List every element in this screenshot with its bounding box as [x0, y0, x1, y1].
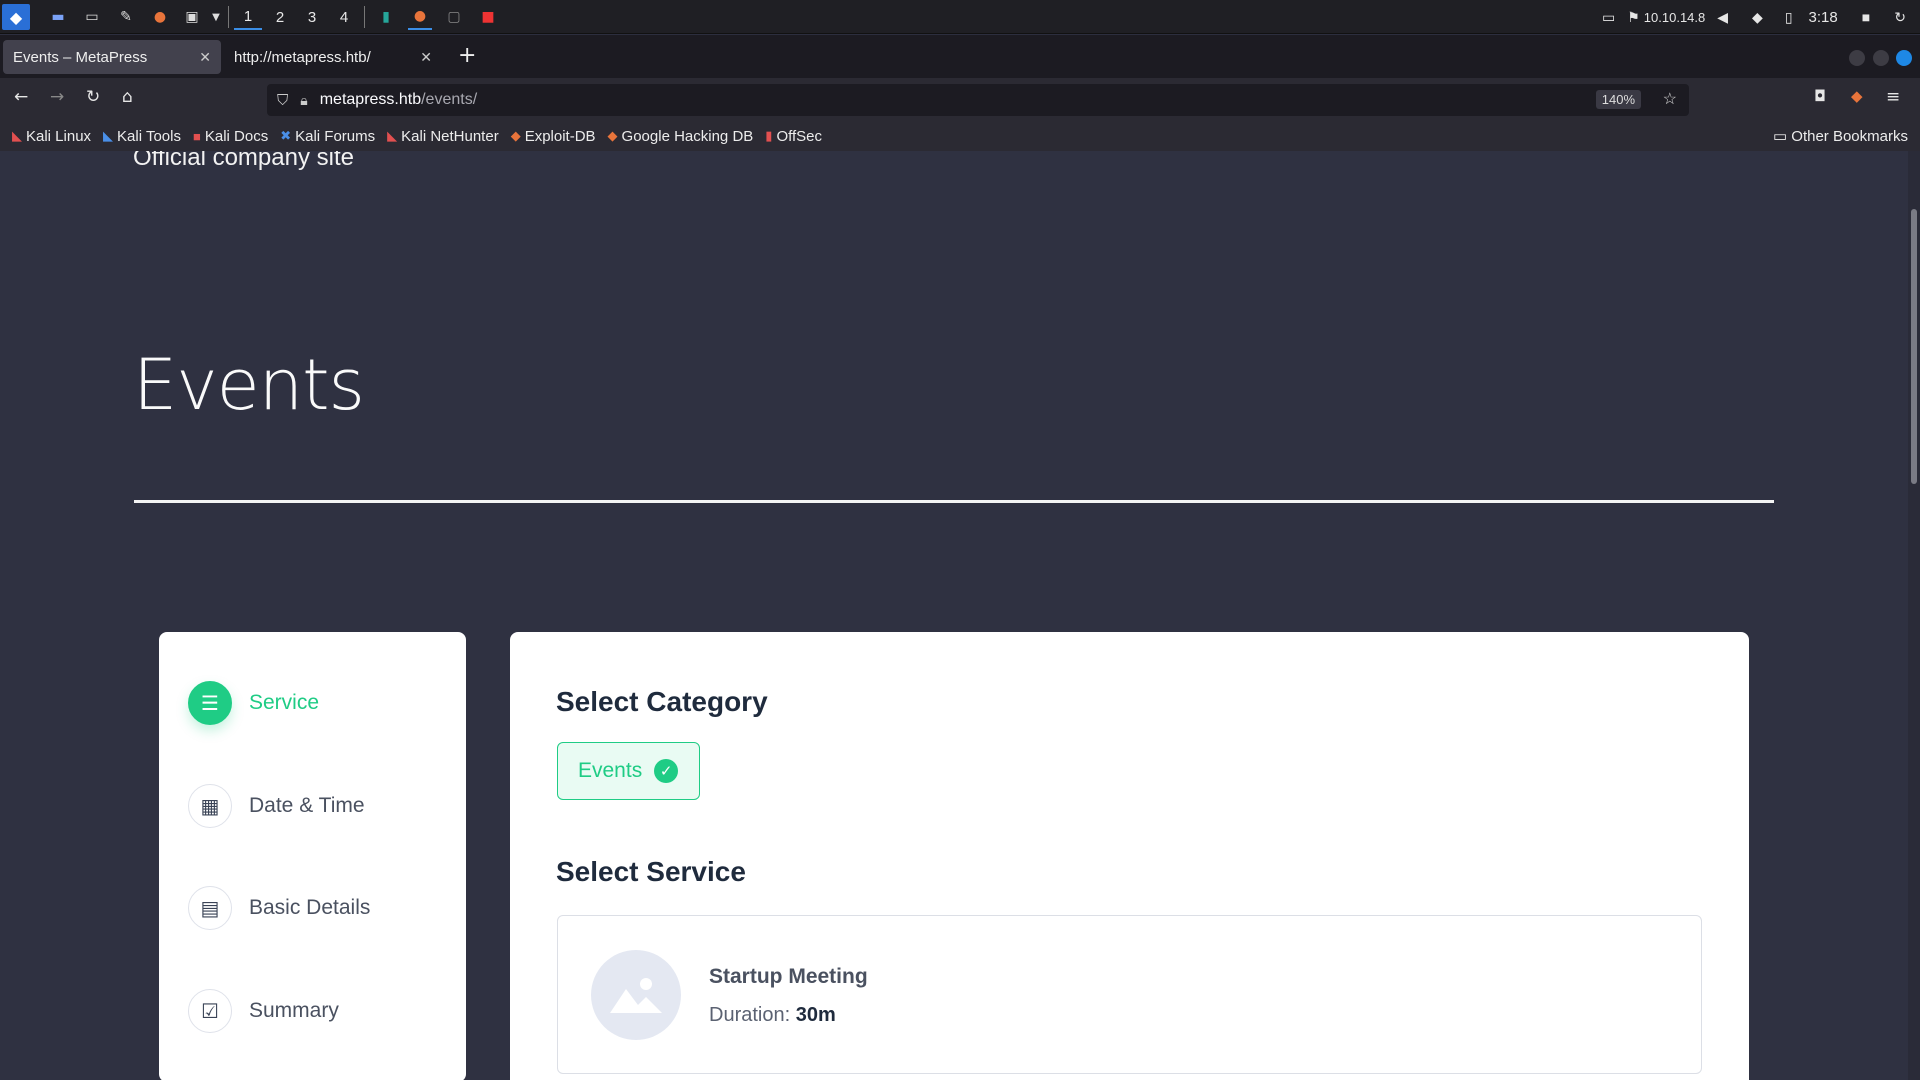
- terminal-launcher-icon[interactable]: ▣: [180, 4, 204, 30]
- service-name: Startup Meeting: [709, 965, 868, 988]
- kali-icon: ◣: [103, 128, 114, 143]
- kali-icon: ◣: [12, 128, 22, 143]
- lock-icon[interactable]: ■: [1862, 9, 1870, 25]
- tab-title: Events – MetaPress: [13, 48, 148, 66]
- exploit-db-icon: ◆: [510, 128, 521, 143]
- navigation-toolbar: ← → ↻ ⌂ ⛉ 🔒︎ metapress.htb/events/ 140% …: [0, 78, 1920, 121]
- forward-icon[interactable]: →: [50, 87, 64, 107]
- volume-icon[interactable]: ◀: [1717, 9, 1728, 26]
- firefox-window-icon[interactable]: ●: [408, 4, 432, 30]
- system-taskbar: ◆ ▬ ▭ ✎ ● ▣ ▼ 1 2 3 4 ▮ ● ▢ ■ ▭ ⚑ 10.10.…: [0, 0, 1920, 34]
- firefox-launcher-icon[interactable]: ●: [148, 4, 172, 30]
- page-viewport: Official company site Events ☰ Service ▦…: [0, 151, 1908, 1080]
- bookmark-kali-docs[interactable]: ■ Kali Docs: [193, 128, 268, 145]
- pocket-icon[interactable]: ◘: [1814, 87, 1826, 105]
- image-placeholder-icon: [591, 950, 681, 1040]
- bookmark-offsec[interactable]: ▮ OffSec: [765, 128, 822, 145]
- new-tab-button[interactable]: +: [458, 43, 476, 68]
- service-duration: Duration: 30m: [709, 1004, 836, 1026]
- offsec-icon: ▮: [765, 128, 773, 143]
- folder-icon: ▭: [1772, 128, 1792, 145]
- close-window-button[interactable]: [1896, 50, 1912, 66]
- document-icon: ▤: [188, 886, 232, 930]
- bookmark-kali-forums[interactable]: ✖ Kali Forums: [280, 128, 375, 145]
- bookmark-google-hacking-db[interactable]: ◆ Google Hacking DB: [608, 128, 754, 145]
- shield-icon[interactable]: ⛉: [277, 92, 288, 109]
- check-circle-icon: ✓: [654, 759, 679, 783]
- home-icon[interactable]: ⌂: [122, 87, 133, 107]
- docs-icon: ■: [192, 128, 201, 144]
- scrollbar-thumb[interactable]: [1911, 209, 1917, 484]
- bookmark-star-icon[interactable]: ☆: [1663, 89, 1677, 109]
- page-title: Events: [133, 344, 365, 426]
- zoom-indicator[interactable]: 140%: [1595, 90, 1641, 109]
- step-summary[interactable]: ☑ Summary: [188, 989, 339, 1033]
- site-tagline: Official company site: [133, 151, 354, 171]
- lock-icon[interactable]: 🔒︎: [300, 92, 307, 109]
- vpn-ip: 10.10.14.8: [1643, 9, 1706, 25]
- checklist-icon: ☑: [188, 989, 232, 1033]
- kali-menu-icon[interactable]: ◆: [2, 4, 30, 30]
- clock: 3:18: [1808, 8, 1838, 26]
- reload-icon[interactable]: ↻: [86, 87, 100, 107]
- display-icon[interactable]: ▭: [1602, 9, 1615, 26]
- category-option-events[interactable]: Events ✓: [557, 742, 700, 800]
- url-path: /events/: [421, 91, 478, 108]
- workspace-3[interactable]: 3: [298, 4, 326, 30]
- nethunter-icon: ◣: [387, 128, 398, 143]
- step-label: Basic Details: [249, 896, 371, 919]
- tab-metapress-home[interactable]: http://metapress.htb/ ✕: [224, 40, 442, 74]
- url-host: metapress.htb: [319, 91, 422, 108]
- burp-window-icon[interactable]: ■: [476, 4, 500, 30]
- workspace-4[interactable]: 4: [330, 4, 358, 30]
- notification-icon[interactable]: ◆: [1752, 9, 1763, 26]
- page-scrollbar[interactable]: [1908, 151, 1920, 1080]
- step-service[interactable]: ☰ Service: [188, 681, 319, 725]
- maximize-button[interactable]: [1873, 50, 1889, 66]
- calendar-icon: ▦: [188, 784, 232, 828]
- terminal-dropdown-icon[interactable]: ▼: [204, 4, 228, 30]
- bookmark-exploit-db[interactable]: ◆ Exploit-DB: [511, 128, 596, 145]
- close-icon[interactable]: ✕: [199, 49, 211, 66]
- vpn-icon[interactable]: ⚑: [1627, 9, 1640, 26]
- tab-title: http://metapress.htb/: [234, 48, 371, 66]
- battery-icon[interactable]: ▯: [1785, 9, 1793, 26]
- extension-icon[interactable]: ◆: [1851, 87, 1863, 105]
- close-icon[interactable]: ✕: [420, 49, 432, 66]
- workspace-1[interactable]: 1: [234, 4, 262, 30]
- tab-strip: Events – MetaPress ✕ http://metapress.ht…: [0, 35, 1920, 78]
- ghdb-icon: ◆: [607, 128, 618, 143]
- category-heading: Select Category: [556, 686, 768, 717]
- step-date-time[interactable]: ▦ Date & Time: [188, 784, 365, 828]
- bookmark-kali-tools[interactable]: ◣ Kali Tools: [103, 128, 181, 145]
- app-window-icon[interactable]: ▮: [374, 4, 398, 30]
- service-card[interactable]: Startup Meeting Duration: 30m: [557, 915, 1702, 1074]
- booking-steps: ☰ Service ▦ Date & Time ▤ Basic Details …: [159, 632, 466, 1080]
- forums-icon: ✖: [280, 128, 292, 143]
- bookmarks-toolbar: ◣ Kali Linux ◣ Kali Tools ■ Kali Docs ✖ Kali…: [0, 121, 1920, 151]
- step-label: Summary: [249, 999, 339, 1022]
- menu-icon[interactable]: ≡: [1886, 87, 1900, 107]
- step-label: Service: [249, 691, 320, 714]
- step-basic-details[interactable]: ▤ Basic Details: [188, 886, 370, 930]
- service-heading: Select Service: [556, 856, 746, 887]
- bookmark-kali-linux[interactable]: ◣ Kali Linux: [12, 128, 91, 145]
- title-divider: [134, 500, 1774, 503]
- show-desktop-icon[interactable]: ▬: [46, 4, 70, 30]
- step-label: Date & Time: [249, 794, 365, 817]
- service-icon: ☰: [188, 681, 232, 725]
- text-editor-icon[interactable]: ✎: [114, 4, 138, 30]
- tab-events[interactable]: Events – MetaPress ✕: [3, 40, 221, 74]
- url-bar[interactable]: ⛉ 🔒︎ metapress.htb/events/ 140% ☆: [267, 84, 1689, 116]
- booking-form: Select Category Events ✓ Select Service …: [510, 632, 1749, 1080]
- other-bookmarks[interactable]: ▭ Other Bookmarks: [1773, 127, 1908, 145]
- terminal-window-icon[interactable]: ▢: [442, 4, 466, 30]
- bookmark-kali-nethunter[interactable]: ◣ Kali NetHunter: [387, 128, 499, 145]
- minimize-button[interactable]: [1849, 50, 1865, 66]
- category-label: Events: [578, 759, 643, 782]
- workspace-2[interactable]: 2: [266, 4, 294, 30]
- power-icon[interactable]: ↻: [1894, 9, 1906, 26]
- back-icon[interactable]: ←: [14, 87, 28, 107]
- file-manager-icon[interactable]: ▭: [80, 4, 104, 30]
